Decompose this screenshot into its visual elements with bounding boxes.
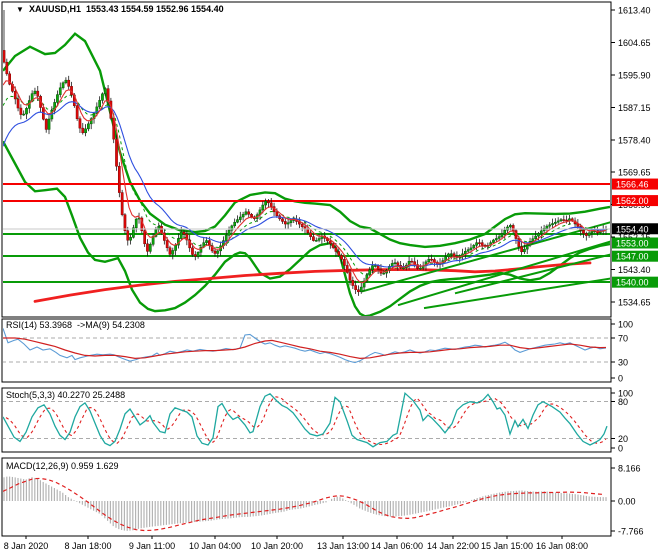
time-axis-label: 9 Jan 11:00	[129, 541, 175, 551]
time-axis-label: 8 Jan 18:00	[64, 541, 111, 551]
symbol-dropdown-icon[interactable]: ▼	[16, 5, 24, 14]
macd-indicator-label: MACD(12,26,9) 0.959 1.629	[6, 461, 119, 471]
price-badge-text: 1540.00	[616, 278, 649, 288]
stoch-axis-label: 80	[618, 397, 628, 407]
stoch-axis-label: 20	[618, 434, 628, 444]
time-axis-label: 14 Jan 22:00	[427, 541, 479, 551]
rsi-indicator-label: RSI(14) 53.3968 ->MA(9) 54.2308	[6, 320, 145, 330]
stoch-axis-label: 0	[618, 444, 623, 454]
stoch-indicator-label: Stoch(5,3,3) 40.2270 25.2488	[6, 390, 126, 400]
macd-axis-label: 8.166	[618, 464, 641, 474]
macd-axis-label: -7.766	[618, 527, 644, 537]
price-axis[interactable]: 1613.40 1604.65 1595.90 1587.15 1578.40 1569.…	[611, 6, 658, 537]
time-axis-label: 13 Jan 13:00	[317, 541, 369, 551]
price-axis-label: 1587.15	[618, 103, 651, 113]
price-badge-text: 1553.00	[616, 239, 649, 249]
trading-terminal-chart: 1613.40 1604.65 1595.90 1587.15 1578.40 1569.…	[0, 0, 660, 560]
price-badge-text: 1566.46	[616, 180, 649, 190]
rsi-axis-label: 100	[618, 320, 633, 330]
price-badge-text: 1562.00	[616, 196, 649, 206]
price-axis-label: 1613.40	[618, 6, 651, 16]
rsi-axis-label: 30	[618, 358, 628, 368]
price-axis-label: 1543.40	[618, 265, 651, 275]
time-axis-label: 10 Jan 20:00	[251, 541, 303, 551]
chart-title: ▼ XAUUSD,H1 1553.43 1554.59 1552.96 1554…	[16, 4, 224, 15]
time-axis-label: 8 Jan 2020	[4, 541, 49, 551]
macd-axis-label: 0.00	[618, 497, 636, 507]
price-axis-label: 1595.90	[618, 70, 651, 80]
rsi-axis-label: 70	[618, 334, 628, 344]
price-badge-text: 1554.40	[616, 224, 649, 234]
price-chart-canvas[interactable]: 1613.40 1604.65 1595.90 1587.15 1578.40 1569.…	[0, 0, 660, 560]
price-axis-label: 1569.65	[618, 168, 651, 178]
price-axis-label: 1578.40	[618, 135, 651, 145]
time-axis-label: 14 Jan 06:00	[371, 541, 423, 551]
time-axis-label: 15 Jan 15:00	[481, 541, 533, 551]
time-axis-label: 10 Jan 04:00	[189, 541, 241, 551]
price-axis-label: 1604.65	[618, 38, 651, 48]
price-badge-text: 1547.00	[616, 252, 649, 262]
chart-title-text: XAUUSD,H1 1553.43 1554.59 1552.96 1554.4…	[28, 4, 224, 14]
rsi-axis-label: 0	[618, 374, 623, 384]
price-axis-label: 1534.65	[618, 298, 651, 308]
time-axis-label: 16 Jan 08:00	[536, 541, 588, 551]
time-axis[interactable]: 8 Jan 2020 8 Jan 18:00 9 Jan 11:00 10 Jan 0…	[4, 536, 588, 551]
